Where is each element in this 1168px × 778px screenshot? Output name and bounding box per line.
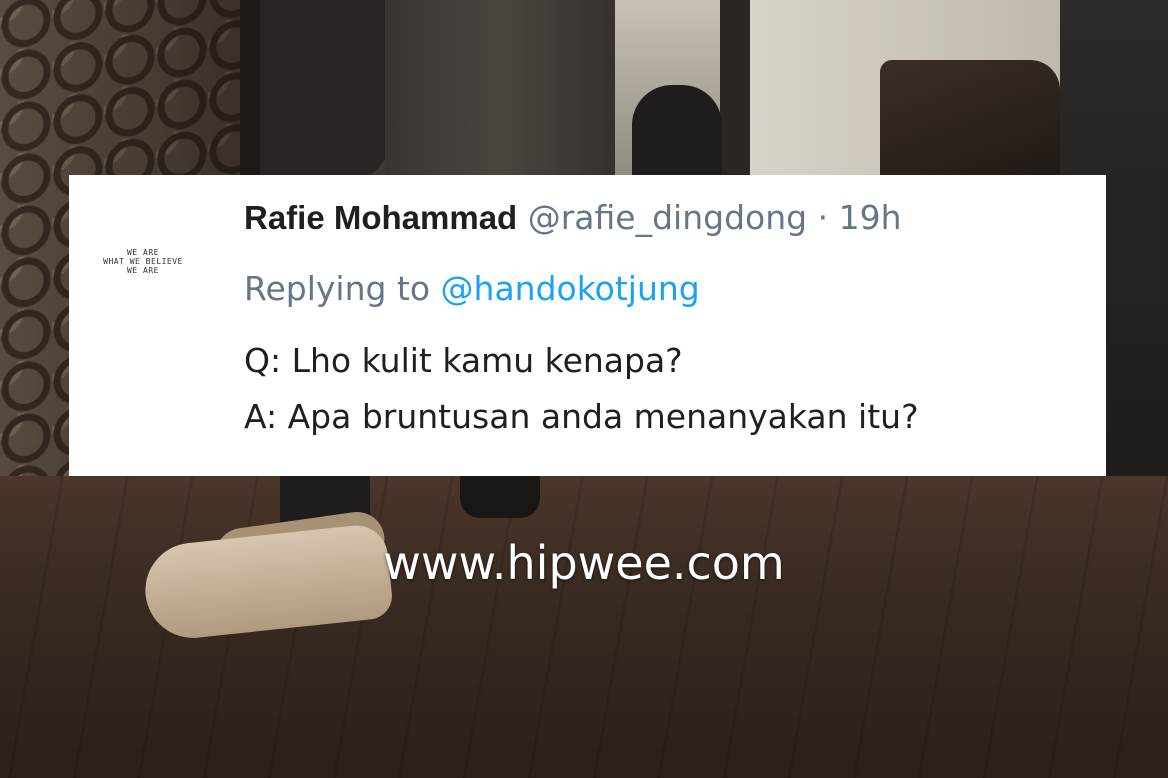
avatar[interactable]: WE ARE WHAT WE BELIEVE WE ARE	[79, 237, 207, 285]
avatar-text-line: WE ARE	[127, 247, 159, 257]
tweet-text-answer: A: Apa bruntusan anda menanyakan itu?	[244, 397, 919, 436]
background-boot	[460, 476, 540, 518]
meme-image: WE ARE WHAT WE BELIEVE WE ARE Rafie Moha…	[0, 0, 1168, 778]
tweet-text-question: Q: Lho kulit kamu kenapa?	[244, 341, 683, 380]
user-handle[interactable]: @rafie_dingdong	[528, 198, 807, 237]
avatar-text-line: WHAT WE BELIEVE	[103, 256, 183, 266]
background-window-frame	[720, 0, 750, 180]
tweet-card: WE ARE WHAT WE BELIEVE WE ARE Rafie Moha…	[69, 175, 1106, 476]
background-person-silhouette	[632, 85, 722, 180]
replying-to-label: Replying to	[244, 269, 431, 308]
avatar-text-line: WE ARE	[127, 265, 159, 275]
header-separator: ·	[817, 198, 829, 237]
tweet-header: Rafie Mohammad @rafie_dingdong · 19h	[244, 195, 901, 241]
replying-to-link[interactable]: @handokotjung	[441, 269, 700, 308]
display-name[interactable]: Rafie Mohammad	[244, 199, 517, 236]
tweet-timestamp[interactable]: 19h	[839, 198, 902, 237]
background-person-jacket	[385, 0, 615, 180]
replying-to-line: Replying to @handokotjung	[244, 266, 700, 312]
watermark: www.hipwee.com	[383, 536, 785, 590]
background-chair	[880, 60, 1060, 180]
